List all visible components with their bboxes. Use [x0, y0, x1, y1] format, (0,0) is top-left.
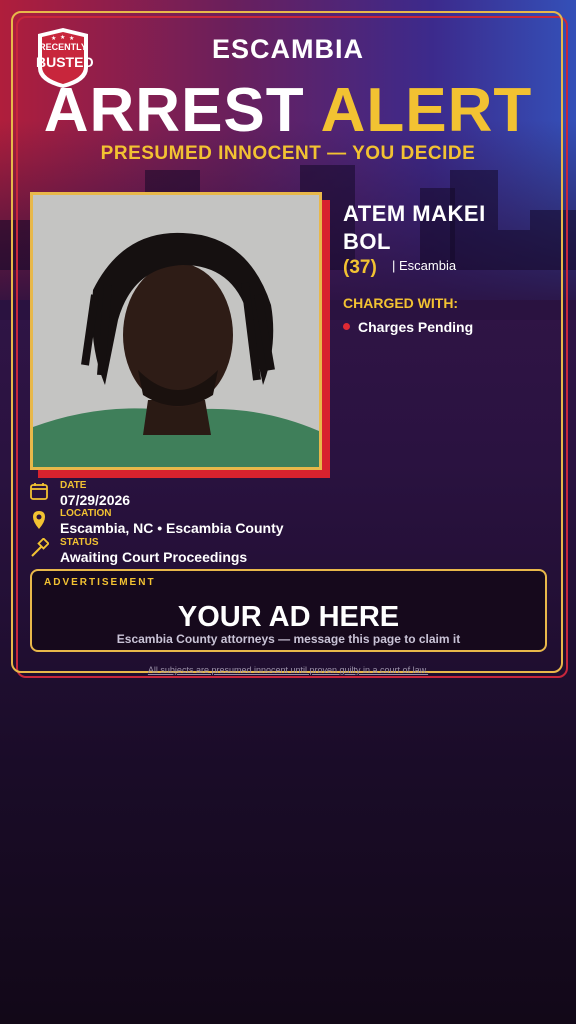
subject-age: (37): [343, 257, 377, 278]
gavel-icon: [29, 537, 50, 558]
charge-item: Charges Pending: [358, 319, 474, 335]
status-label: STATUS: [60, 537, 99, 548]
ad-subtitle: Escambia County attorneys — message this…: [116, 632, 461, 646]
headline-word-arrest: ARREST: [43, 76, 305, 145]
headline-word-alert: ALERT: [320, 76, 533, 145]
subject-name-line2: BOL: [343, 229, 391, 254]
charged-with-label: CHARGED WITH:: [343, 295, 459, 311]
location-label: LOCATION: [60, 508, 112, 519]
subject-name: ATEM MAKEI BOL: [343, 200, 553, 256]
county-title: ESCAMBIA: [211, 34, 364, 64]
ad-title: YOUR AD HERE: [177, 601, 400, 633]
advertisement-box[interactable]: ADVERTISEMENT YOUR AD HERE Escambia Coun…: [30, 569, 547, 652]
subject-location-tag: | Escambia: [392, 258, 457, 273]
tagline: PRESUMED INNOCENT — YOU DECIDE: [100, 143, 476, 164]
date-value: 07/29/2026: [60, 492, 131, 508]
disclaimer: All subjects are presumed innocent until…: [147, 665, 429, 675]
location-value: Escambia, NC • Escambia County: [60, 520, 284, 536]
location-pin-icon: [29, 510, 49, 530]
ad-label: ADVERTISEMENT: [44, 577, 156, 588]
status-value: Awaiting Court Proceedings: [60, 549, 248, 565]
calendar-icon: [29, 481, 49, 501]
headline: ARREST ALERT: [0, 78, 576, 144]
charge-bullet: [343, 323, 350, 330]
subject-name-line1: ATEM MAKEI: [343, 201, 486, 226]
mugshot-photo: [30, 192, 322, 470]
date-label: DATE: [60, 480, 87, 491]
